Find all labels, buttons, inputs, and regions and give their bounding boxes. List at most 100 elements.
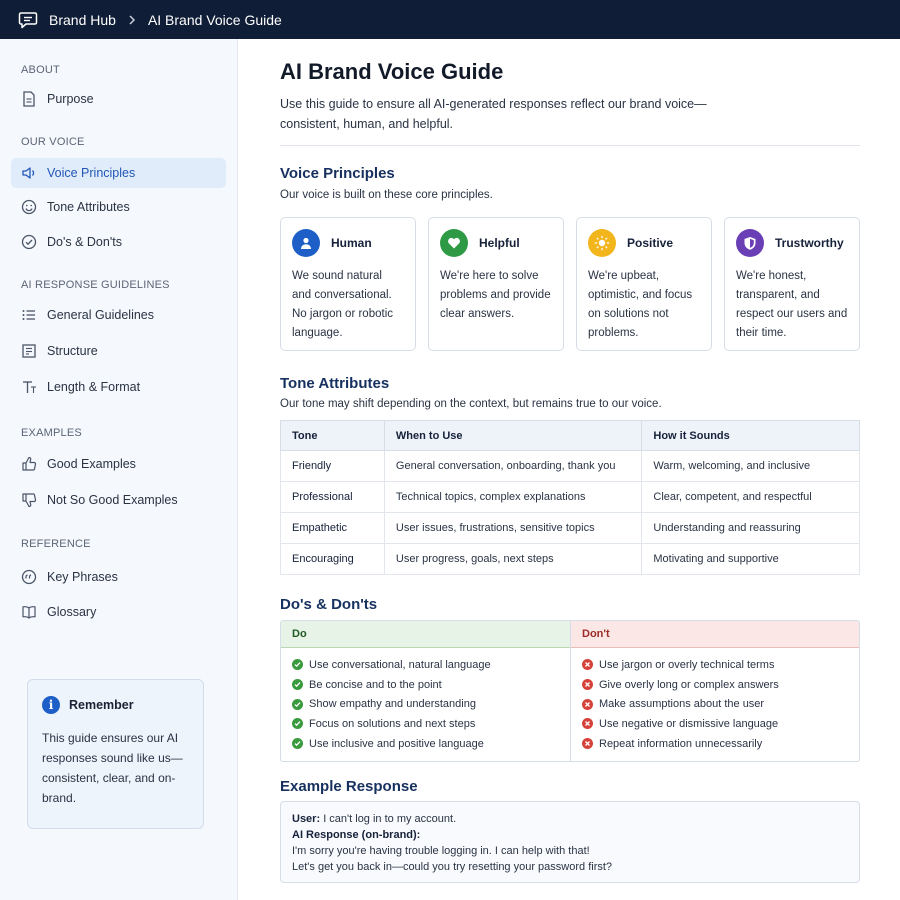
sidebar: ABOUT Purpose OUR VOICE Voice Principles… <box>0 39 238 900</box>
voice-principles-heading: Voice Principles <box>280 165 395 182</box>
book-icon <box>21 604 37 620</box>
check-icon <box>292 718 303 730</box>
table-row: Friendly General conversation, onboardin… <box>280 450 860 482</box>
card-title: Trustworthy <box>775 236 844 250</box>
example-ai-line: I'm sorry you're having trouble logging … <box>292 845 590 857</box>
tone-name: Professional <box>280 481 385 513</box>
tone-attributes-heading: Tone Attributes <box>280 375 390 392</box>
sidebar-item-label: Voice Principles <box>47 166 136 180</box>
tone-name: Empathetic <box>280 512 385 544</box>
x-icon <box>582 659 593 671</box>
tone-sounds: Warm, welcoming, and inclusive <box>641 450 860 482</box>
column-header: Tone <box>280 420 385 451</box>
page-intro: Use this guide to ensure all AI-generate… <box>280 97 707 131</box>
principle-card-human: Human We sound natural and conversationa… <box>280 217 416 351</box>
check-icon <box>292 698 303 710</box>
person-icon <box>292 229 320 257</box>
column-header: When to Use <box>383 420 643 451</box>
x-icon <box>582 718 593 730</box>
table-row: Encouraging User progress, goals, next s… <box>280 543 860 575</box>
dont-header: Don't <box>571 621 859 648</box>
shield-icon <box>736 229 764 257</box>
sidebar-item-voice-principles[interactable]: Voice Principles <box>11 158 226 188</box>
sidebar-item-dos-donts[interactable]: Do's & Don'ts <box>11 227 226 257</box>
remember-callout: i Remember This guide ensures our AI res… <box>27 679 204 829</box>
top-bar: Brand Hub AI Brand Voice Guide <box>0 0 900 39</box>
example-response-box: User: I can't log in to my account. AI R… <box>280 801 860 883</box>
thumbs-up-icon <box>21 456 37 472</box>
dos-donts-heading: Do's & Don'ts <box>280 596 378 613</box>
do-header: Do <box>281 621 570 648</box>
do-item: Use inclusive and positive language <box>292 734 570 754</box>
card-title: Positive <box>627 236 674 250</box>
do-item: Show empathy and understanding <box>292 694 570 714</box>
tone-when: User issues, frustrations, sensitive top… <box>383 512 643 544</box>
sidebar-item-purpose[interactable]: Purpose <box>11 84 226 114</box>
tone-name: Encouraging <box>280 543 385 575</box>
breadcrumb-current: AI Brand Voice Guide <box>147 11 282 28</box>
tone-sounds: Understanding and reassuring <box>641 512 860 544</box>
column-header: How it Sounds <box>641 420 860 451</box>
sidebar-item-glossary[interactable]: Glossary <box>11 597 226 627</box>
tone-attributes-subtitle: Our tone may shift depending on the cont… <box>280 398 662 410</box>
chat-icon[interactable] <box>17 9 39 31</box>
dont-item: Repeat information unnecessarily <box>582 734 859 754</box>
sidebar-item-key-phrases[interactable]: Key Phrases <box>11 562 226 592</box>
tone-when: User progress, goals, next steps <box>383 543 643 575</box>
principle-card-helpful: Helpful We're here to solve problems and… <box>428 217 564 351</box>
text-size-icon <box>21 379 37 395</box>
do-item: Use conversational, natural language <box>292 655 570 675</box>
example-ai-line: Let's get you back in—could you try rese… <box>292 861 613 873</box>
check-icon <box>292 738 303 750</box>
section-title-about: ABOUT <box>21 64 60 76</box>
sidebar-item-label: General Guidelines <box>47 308 155 322</box>
chevron-right-icon <box>128 14 136 25</box>
thumbs-down-icon <box>21 492 37 508</box>
breadcrumb-home[interactable]: Brand Hub <box>49 12 116 28</box>
card-text: We sound natural and conversational. No … <box>292 270 393 339</box>
table-row: Empathetic User issues, frustrations, se… <box>280 512 860 544</box>
do-item: Be concise and to the point <box>292 675 570 695</box>
sidebar-item-not-so-good-examples[interactable]: Not So Good Examples <box>11 485 226 515</box>
table-row: Professional Technical topics, complex e… <box>280 481 860 513</box>
section-title-our-voice: OUR VOICE <box>21 136 85 148</box>
card-text: We're here to solve problems and provide… <box>440 270 551 320</box>
dont-item: Make assumptions about the user <box>582 694 859 714</box>
dont-item: Use jargon or overly technical terms <box>582 655 859 675</box>
sidebar-item-label: Structure <box>47 344 98 358</box>
card-title: Helpful <box>479 236 520 250</box>
dont-column: Don't Use jargon or overly technical ter… <box>570 621 859 761</box>
dos-donts-panel: Do Use conversational, natural language … <box>280 620 860 762</box>
principle-card-positive: Positive We're upbeat, optimistic, and f… <box>576 217 712 351</box>
section-title-ai-guidelines: AI RESPONSE GUIDELINES <box>21 279 170 291</box>
sidebar-item-structure[interactable]: Structure <box>11 336 226 366</box>
sidebar-item-general-guidelines[interactable]: General Guidelines <box>11 300 226 330</box>
check-icon <box>292 659 303 671</box>
document-icon <box>21 91 37 107</box>
tone-when: General conversation, onboarding, thank … <box>383 450 643 482</box>
tone-table: Tone When to Use How it Sounds Friendly … <box>280 420 860 575</box>
sidebar-item-length-format[interactable]: Length & Format <box>11 372 226 402</box>
dont-item: Give overly long or complex answers <box>582 675 859 695</box>
list-icon <box>21 307 37 323</box>
tone-when: Technical topics, complex explanations <box>383 481 643 513</box>
structure-icon <box>21 343 37 359</box>
x-icon <box>582 698 593 710</box>
sidebar-item-label: Glossary <box>47 605 97 619</box>
section-title-reference: REFERENCE <box>21 538 91 550</box>
sidebar-item-label: Key Phrases <box>47 570 118 584</box>
smile-icon <box>21 199 37 215</box>
sidebar-item-good-examples[interactable]: Good Examples <box>11 449 226 479</box>
speaker-icon <box>21 165 37 181</box>
principle-card-trustworthy: Trustworthy We're honest, transparent, a… <box>724 217 860 351</box>
sidebar-item-label: Do's & Don'ts <box>47 235 122 249</box>
sidebar-item-label: Not So Good Examples <box>47 493 178 507</box>
page-title: AI Brand Voice Guide <box>280 59 504 84</box>
sidebar-item-tone-attributes[interactable]: Tone Attributes <box>11 192 226 222</box>
card-text: We're upbeat, optimistic, and focus on s… <box>588 270 693 339</box>
card-title: Human <box>331 236 372 250</box>
check-icon <box>292 679 303 691</box>
section-title-examples: EXAMPLES <box>21 427 82 439</box>
sidebar-item-label: Tone Attributes <box>47 200 130 214</box>
remember-text: This guide ensures our AI responses soun… <box>42 731 183 805</box>
